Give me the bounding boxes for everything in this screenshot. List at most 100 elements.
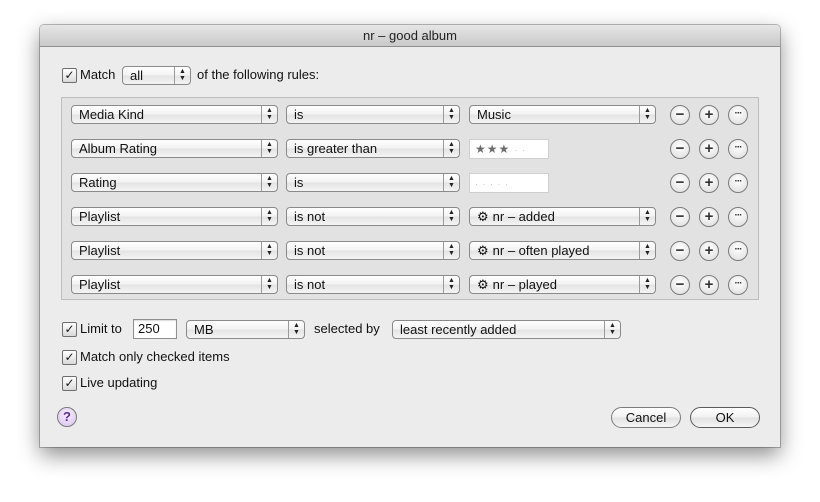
rating-stars-field[interactable]: · · · · · [469,173,549,193]
rule-operator-value: is not [294,277,326,292]
window-title: nr – good album [40,25,780,47]
rule-playlist-popup[interactable]: ⚙ nr – often played ▲ ▼ [469,241,656,260]
match-checked-checkbox[interactable]: ✓ [62,350,77,365]
rule-playlist-value: ⚙ nr – added [477,208,555,225]
limit-label: Limit to [80,321,122,336]
add-rule-button[interactable]: + [699,275,719,295]
more-options-button[interactable]: ··· [728,207,748,227]
rule-operator-value: is [294,107,304,122]
popup-arrows-icon: ▲ ▼ [443,106,459,123]
match-label: Match [80,67,116,82]
add-rule-button[interactable]: + [699,207,719,227]
popup-arrows-icon: ▲ ▼ [288,321,304,338]
rule-operator-popup[interactable]: is ▲ ▼ [286,105,460,124]
more-options-button[interactable]: ··· [728,173,748,193]
more-options-button[interactable]: ··· [728,275,748,295]
rule-operator-popup[interactable]: is ▲ ▼ [286,173,460,192]
popup-arrows-icon: ▲ ▼ [261,174,277,191]
limit-checkbox[interactable]: ✓ [62,322,77,337]
rule-field-value: Media Kind [79,107,145,122]
gear-icon: ⚙ [477,209,489,224]
limit-amount-input[interactable]: 250 [133,319,177,339]
popup-arrows-icon: ▲ ▼ [443,174,459,191]
rule-field-popup[interactable]: Rating ▲ ▼ [71,173,278,192]
popup-arrows-icon: ▲ ▼ [261,140,277,157]
remove-rule-button[interactable]: − [670,173,690,193]
popup-arrows-icon: ▲ ▼ [261,208,277,225]
popup-arrows-icon: ▲ ▼ [261,106,277,123]
rule-field-value: Playlist [79,277,121,292]
rule-operator-popup[interactable]: is not ▲ ▼ [286,207,460,226]
gear-icon: ⚙ [477,277,489,292]
rule-value-text: Music [477,107,511,122]
cancel-button[interactable]: Cancel [611,407,681,428]
ok-button[interactable]: OK [690,407,760,428]
remove-rule-button[interactable]: − [670,105,690,125]
popup-arrows-icon: ▲ ▼ [443,208,459,225]
match-checkbox[interactable]: ✓ [62,68,77,83]
rating-stars-empty: · · · · · [475,179,509,189]
match-mode-popup[interactable]: all ▲ ▼ [122,66,191,85]
playlist-name: nr – added [492,209,555,224]
popup-arrows-icon: ▲ ▼ [639,106,655,123]
limit-unit-value: MB [194,322,214,337]
rule-playlist-value: ⚙ nr – played [477,276,557,293]
smart-playlist-dialog: nr – good album ✓ Match all ▲ ▼ of the fo… [40,25,780,447]
more-options-button[interactable]: ··· [728,241,748,261]
rule-field-popup[interactable]: Playlist ▲ ▼ [71,275,278,294]
rule-field-popup[interactable]: Playlist ▲ ▼ [71,241,278,260]
rule-playlist-value: ⚙ nr – often played [477,242,590,259]
popup-arrows-icon: ▲ ▼ [443,140,459,157]
rule-playlist-popup[interactable]: ⚙ nr – added ▲ ▼ [469,207,656,226]
rating-stars-filled: ★★★ [475,142,511,156]
remove-rule-button[interactable]: − [670,139,690,159]
popup-arrows-icon: ▲ ▼ [443,242,459,259]
add-rule-button[interactable]: + [699,241,719,261]
remove-rule-button[interactable]: − [670,207,690,227]
popup-arrows-icon: ▲ ▼ [261,276,277,293]
rule-field-popup[interactable]: Media Kind ▲ ▼ [71,105,278,124]
more-options-button[interactable]: ··· [728,105,748,125]
help-button[interactable]: ? [57,407,77,427]
rule-value-popup[interactable]: Music ▲ ▼ [469,105,656,124]
rule-field-value: Album Rating [79,141,158,156]
match-suffix-label: of the following rules: [197,67,320,82]
live-updating-checkbox[interactable]: ✓ [62,376,77,391]
playlist-name: nr – played [492,277,557,292]
popup-arrows-icon: ▲ ▼ [639,276,655,293]
gear-icon: ⚙ [477,243,489,258]
selected-by-label: selected by [314,321,380,336]
rule-playlist-popup[interactable]: ⚙ nr – played ▲ ▼ [469,275,656,294]
popup-arrows-icon: ▲ ▼ [261,242,277,259]
add-rule-button[interactable]: + [699,105,719,125]
popup-arrows-icon: ▲ ▼ [604,321,620,338]
rule-operator-popup[interactable]: is not ▲ ▼ [286,275,460,294]
popup-arrows-icon: ▲ ▼ [174,67,190,84]
add-rule-button[interactable]: + [699,173,719,193]
more-options-button[interactable]: ··· [728,139,748,159]
remove-rule-button[interactable]: − [670,275,690,295]
rule-field-value: Playlist [79,209,121,224]
rule-operator-popup[interactable]: is greater than ▲ ▼ [286,139,460,158]
rule-field-value: Rating [79,175,117,190]
add-rule-button[interactable]: + [699,139,719,159]
popup-arrows-icon: ▲ ▼ [639,242,655,259]
match-checked-label: Match only checked items [80,349,230,364]
rules-list: Media Kind ▲ ▼ is ▲ ▼ Music ▲ ▼ − + ··· Alb… [61,97,759,300]
rating-stars-empty: · · [514,145,527,155]
popup-arrows-icon: ▲ ▼ [443,276,459,293]
playlist-name: nr – often played [492,243,590,258]
rule-operator-value: is not [294,209,326,224]
rule-field-popup[interactable]: Playlist ▲ ▼ [71,207,278,226]
selected-by-popup[interactable]: least recently added ▲ ▼ [392,320,621,339]
rule-field-value: Playlist [79,243,121,258]
rule-operator-value: is not [294,243,326,258]
live-updating-label: Live updating [80,375,158,390]
rule-operator-popup[interactable]: is not ▲ ▼ [286,241,460,260]
rule-field-popup[interactable]: Album Rating ▲ ▼ [71,139,278,158]
rating-stars-field[interactable]: ★★★ · · [469,139,549,159]
rule-operator-value: is greater than [294,141,378,156]
limit-unit-popup[interactable]: MB ▲ ▼ [186,320,305,339]
rule-operator-value: is [294,175,304,190]
remove-rule-button[interactable]: − [670,241,690,261]
